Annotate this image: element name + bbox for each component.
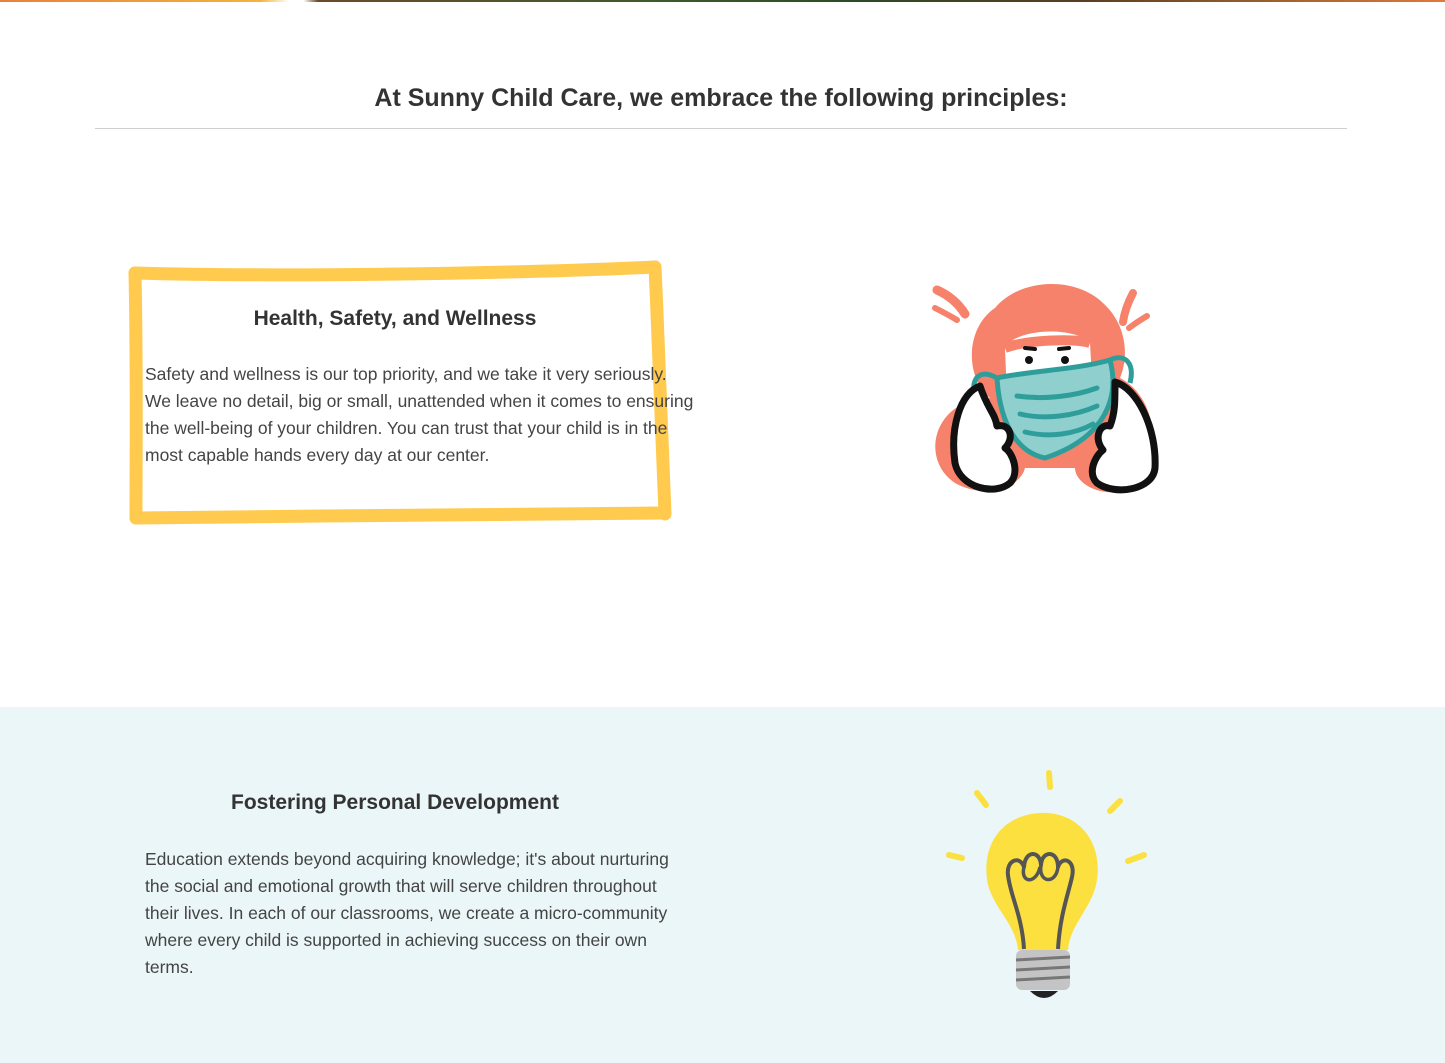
heading-divider xyxy=(95,128,1347,129)
principles-heading: At Sunny Child Care, we embrace the foll… xyxy=(374,84,1068,112)
principle-description: Safety and wellness is our top priority,… xyxy=(145,364,694,465)
header-image-strip xyxy=(0,0,1445,2)
principle-title: Fostering Personal Development xyxy=(231,791,559,814)
lightbulb-icon xyxy=(946,770,1147,998)
principle-title: Health, Safety, and Wellness xyxy=(253,307,537,330)
principle-description: Education extends beyond acquiring knowl… xyxy=(145,849,669,977)
masked-girl-icon xyxy=(932,284,1159,494)
